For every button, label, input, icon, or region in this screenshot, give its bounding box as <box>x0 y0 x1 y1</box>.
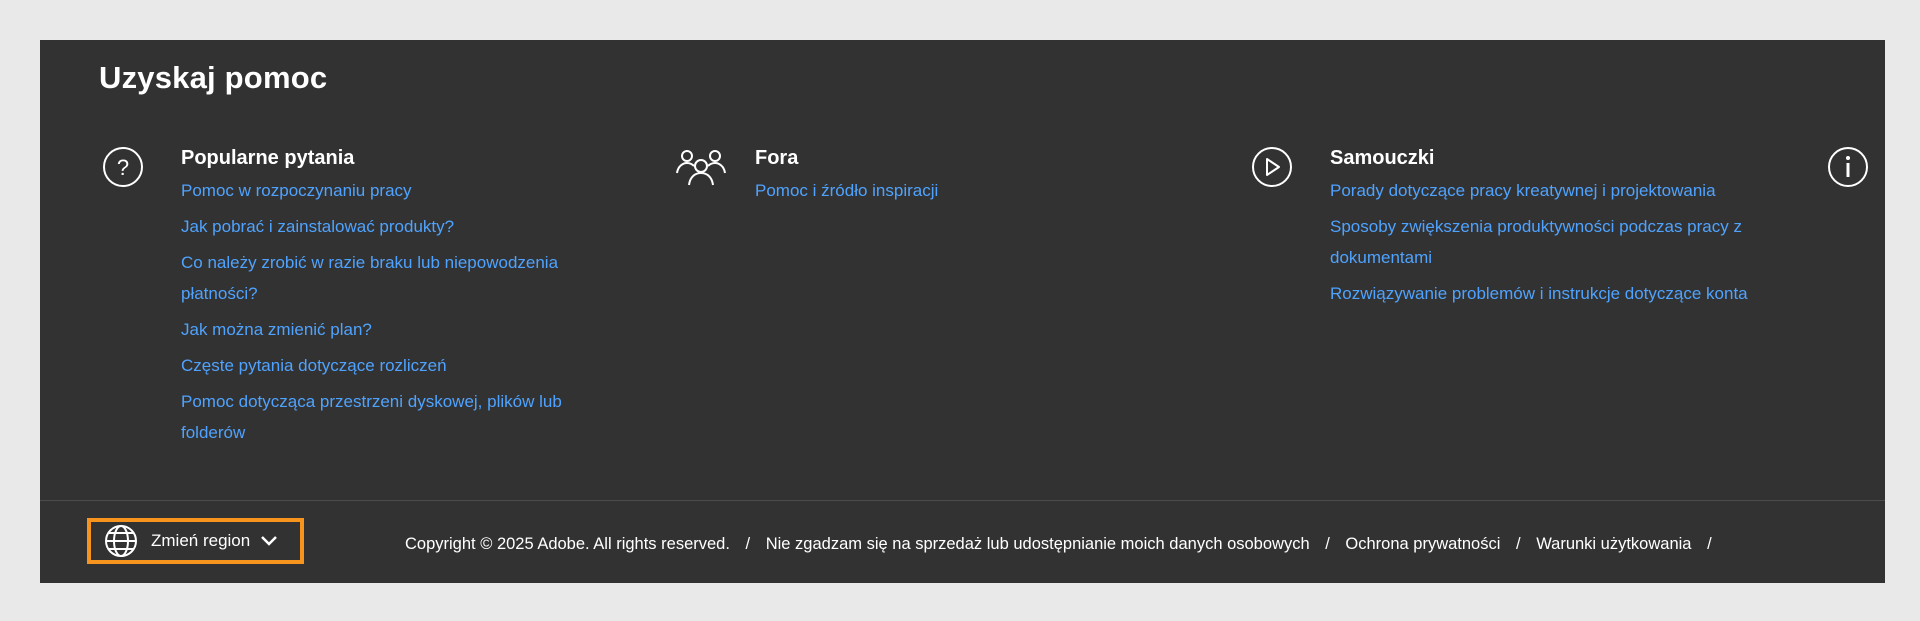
change-region-label: Zmień region <box>151 531 251 550</box>
help-footer-panel: Uzyskaj pomoc ? Popularne pytania Pomoc … <box>40 40 1885 583</box>
separator: / <box>1707 535 1712 553</box>
help-link-inspiration[interactable]: Pomoc i źródło inspiracji <box>755 175 1175 206</box>
separator: / <box>745 535 751 553</box>
column-heading: Fora <box>755 147 799 169</box>
help-link-productivity[interactable]: Sposoby zwiększenia produktywności podcz… <box>1330 211 1760 273</box>
help-link-getting-started[interactable]: Pomoc w rozpoczynaniu pracy <box>181 175 611 206</box>
legal-links: Copyright © 2025 Adobe. All rights reser… <box>405 535 1723 554</box>
change-region-button[interactable]: Zmień region <box>87 518 304 564</box>
chevron-down-icon <box>261 536 278 546</box>
help-title: Uzyskaj pomoc <box>99 60 328 95</box>
help-link-download-install[interactable]: Jak pobrać i zainstalować produkty? <box>181 211 611 242</box>
svg-text:?: ? <box>117 155 129 180</box>
globe-icon <box>105 525 137 557</box>
column-heading: Samouczki <box>1330 147 1435 169</box>
privacy-link[interactable]: Ochrona prywatności <box>1345 535 1500 553</box>
help-link-billing-faq[interactable]: Częste pytania dotyczące rozliczeń <box>181 350 611 381</box>
terms-of-use-link[interactable]: Warunki użytkowania <box>1536 535 1691 553</box>
community-people-icon <box>673 145 726 189</box>
help-link-change-plan[interactable]: Jak można zmienić plan? <box>181 314 611 345</box>
play-circle-icon <box>1248 145 1296 189</box>
separator: / <box>1325 535 1330 553</box>
footer-divider <box>40 500 1885 501</box>
help-link-account-troubleshooting[interactable]: Rozwiązywanie problemów i instrukcje dot… <box>1330 278 1760 309</box>
help-link-payment-failure[interactable]: Co należy zrobić w razie braku lub niepo… <box>181 247 611 309</box>
copyright-text: Copyright © 2025 Adobe. All rights reser… <box>405 535 730 553</box>
info-circle-icon <box>1824 145 1872 189</box>
column-heading: Popularne pytania <box>181 147 355 169</box>
help-link-creative-design[interactable]: Porady dotyczące pracy kreatywnej i proj… <box>1330 175 1760 206</box>
separator: / <box>1516 535 1521 553</box>
question-circle-icon: ? <box>99 145 147 189</box>
do-not-sell-link[interactable]: Nie zgadzam się na sprzedaż lub udostępn… <box>766 535 1310 553</box>
help-link-storage-files[interactable]: Pomoc dotycząca przestrzeni dyskowej, pl… <box>181 386 611 448</box>
